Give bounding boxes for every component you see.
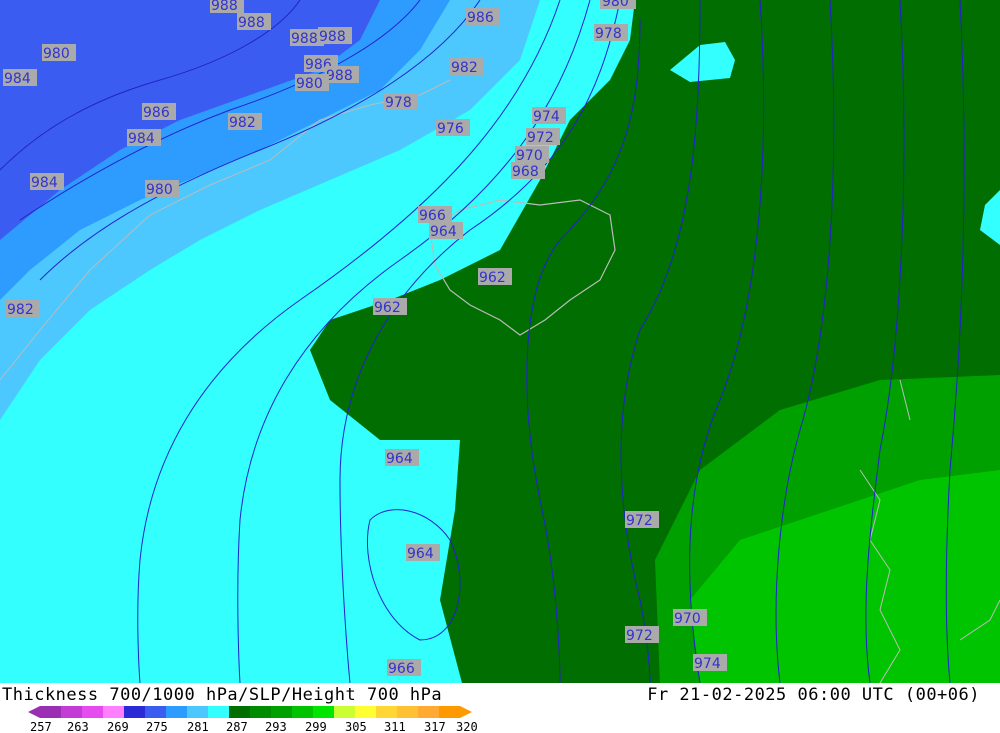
isobar-label: 988 bbox=[319, 29, 346, 45]
isobar-label: 982 bbox=[7, 302, 34, 318]
isobar-label: 962 bbox=[479, 270, 506, 286]
isobar-label: 978 bbox=[385, 95, 412, 111]
forecast-timestamp: Fr 21-02-2025 06:00 UTC (00+06) bbox=[647, 685, 980, 705]
legend-swatch bbox=[334, 706, 356, 718]
isobar-label: 978 bbox=[595, 26, 622, 42]
legend-tick-label: 311 bbox=[384, 720, 406, 733]
isobar-label: 980 bbox=[296, 76, 323, 92]
isobar-label: 980 bbox=[146, 182, 173, 198]
isobar-label: 964 bbox=[386, 451, 413, 467]
legend-swatch bbox=[355, 706, 377, 718]
legend-swatch bbox=[61, 706, 83, 718]
legend-swatch bbox=[376, 706, 398, 718]
isobar-label: 968 bbox=[512, 164, 539, 180]
legend-swatch bbox=[313, 706, 335, 718]
legend-tick-label: 281 bbox=[187, 720, 209, 733]
isobar-label: 972 bbox=[626, 628, 653, 644]
legend-swatch bbox=[418, 706, 440, 718]
isobar-label: 988 bbox=[326, 68, 353, 84]
isobar-label: 976 bbox=[437, 121, 464, 137]
isobar-label: 972 bbox=[626, 513, 653, 529]
isobar-label: 964 bbox=[407, 546, 434, 562]
legend-tick-label: 275 bbox=[146, 720, 168, 733]
legend-swatch bbox=[292, 706, 314, 718]
legend-tick-label: 320 bbox=[456, 720, 478, 733]
isobar-label: 972 bbox=[527, 130, 554, 146]
legend-swatch bbox=[397, 706, 419, 718]
legend-swatch bbox=[208, 706, 230, 718]
isobar-label: 966 bbox=[419, 208, 446, 224]
isobar-label: 988 bbox=[238, 15, 265, 31]
isobar-label: 982 bbox=[229, 115, 256, 131]
legend-swatch bbox=[271, 706, 293, 718]
isobar-label: 964 bbox=[430, 224, 457, 240]
isobar-label: 980 bbox=[43, 46, 70, 62]
legend-swatch bbox=[82, 706, 104, 718]
map-title: Thickness 700/1000 hPa/SLP/Height 700 hP… bbox=[2, 685, 443, 705]
isobar-label: 970 bbox=[674, 611, 701, 627]
isobar-label: 986 bbox=[143, 105, 170, 121]
legend-swatch bbox=[187, 706, 209, 718]
legend-swatch bbox=[145, 706, 167, 718]
legend-tick-label: 317 bbox=[424, 720, 446, 733]
legend-swatch bbox=[103, 706, 125, 718]
isobar-label: 984 bbox=[128, 131, 155, 147]
isobar-label: 988 bbox=[211, 0, 238, 14]
legend-arrow-right bbox=[460, 706, 472, 718]
isobar-label: 988 bbox=[291, 31, 318, 47]
isobar-label: 980 bbox=[602, 0, 629, 10]
legend-swatch bbox=[40, 706, 62, 718]
legend-tick-label: 269 bbox=[107, 720, 129, 733]
legend-tick-label: 305 bbox=[345, 720, 367, 733]
isobar-label: 984 bbox=[4, 71, 31, 87]
legend-tick-label: 257 bbox=[30, 720, 52, 733]
legend-tick-label: 299 bbox=[305, 720, 327, 733]
isobar-label: 974 bbox=[694, 656, 721, 672]
legend-swatch bbox=[250, 706, 272, 718]
legend-tick-label: 293 bbox=[265, 720, 287, 733]
legend-swatch bbox=[166, 706, 188, 718]
legend-tick-label: 287 bbox=[226, 720, 248, 733]
color-legend: 257 263 269 275 281 287 293 299 305 311 317 320 bbox=[28, 706, 478, 733]
isobar-label: 970 bbox=[516, 148, 543, 164]
legend-arrow-left bbox=[28, 706, 40, 718]
legend-tick-label: 263 bbox=[67, 720, 89, 733]
isobar-label: 982 bbox=[451, 60, 478, 76]
isobar-label: 984 bbox=[31, 175, 58, 191]
isobar-label: 966 bbox=[388, 661, 415, 677]
map-footer: Thickness 700/1000 hPa/SLP/Height 700 hP… bbox=[0, 683, 1000, 733]
isobar-label: 986 bbox=[467, 10, 494, 26]
legend-swatch bbox=[124, 706, 146, 718]
isobar-label: 974 bbox=[533, 109, 560, 125]
weather-map: 988 988 986 980 980 978 988 988 986 982 … bbox=[0, 0, 1000, 683]
legend-swatch bbox=[229, 706, 251, 718]
legend-swatch bbox=[439, 706, 461, 718]
isobar-label: 962 bbox=[374, 300, 401, 316]
